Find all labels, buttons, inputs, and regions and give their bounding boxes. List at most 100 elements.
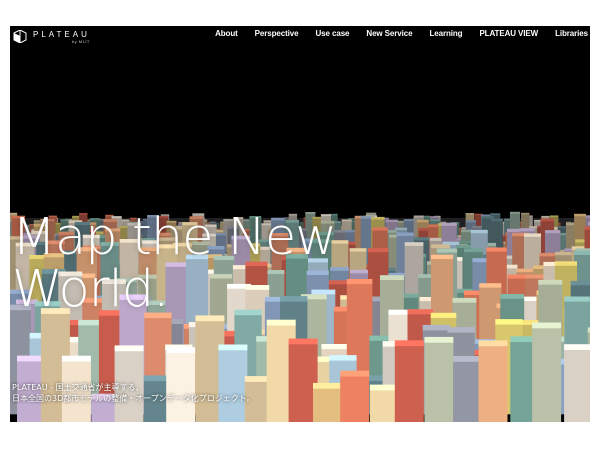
building-roof — [413, 215, 424, 218]
building-roof — [288, 338, 318, 345]
building-roof — [413, 237, 430, 241]
building-roof — [470, 229, 488, 234]
building-roof — [587, 327, 590, 333]
building-roof — [447, 327, 475, 333]
building-roof — [404, 242, 424, 246]
building-block — [369, 389, 399, 422]
brand-name: PLATEAU — [33, 30, 90, 39]
building-roof — [407, 309, 434, 315]
building-roof — [430, 216, 439, 218]
building-roof — [371, 216, 385, 220]
hero-title-line-2: World. — [12, 260, 169, 319]
building-roof — [380, 275, 404, 280]
nav-use-case[interactable]: Use case — [316, 29, 350, 38]
brand-subtitle: by MLIT — [71, 39, 90, 44]
building-roof — [574, 250, 590, 255]
building-roof — [452, 297, 477, 303]
building-roof — [588, 221, 590, 225]
building-roof — [431, 244, 450, 249]
building-roof — [416, 219, 429, 223]
building-roof — [372, 227, 388, 231]
building-roof — [545, 230, 561, 234]
building-block — [564, 349, 590, 422]
building-roof — [453, 356, 483, 362]
building-roof — [395, 227, 408, 231]
building-roof — [166, 347, 196, 353]
building-roof — [532, 322, 562, 329]
building-roof — [539, 252, 557, 257]
building-roof — [340, 370, 370, 377]
building-roof — [541, 215, 550, 218]
nav-new-service[interactable]: New Service — [366, 29, 412, 38]
building-roof — [538, 279, 563, 285]
building-block — [453, 361, 483, 422]
building-roof — [478, 340, 508, 347]
building-roof — [524, 233, 541, 237]
hero-tagline-line-2: 日本全国の3D都市モデルの整備・オープンデータ化プロジェクト。 — [12, 394, 255, 403]
building-roof — [574, 213, 586, 217]
building-roof — [564, 296, 590, 302]
building-block — [313, 388, 342, 422]
building-roof — [555, 251, 573, 256]
building-roof — [394, 340, 424, 347]
building-roof — [266, 319, 296, 326]
plateau-logo[interactable]: PLATEAU by MLIT — [13, 30, 90, 44]
building-roof — [584, 226, 590, 230]
building-roof — [424, 336, 454, 343]
plateau-logo-icon — [13, 30, 27, 43]
building-roof — [509, 211, 520, 214]
building-roof — [195, 315, 225, 322]
building-roof — [507, 274, 528, 279]
building-roof — [466, 220, 477, 223]
building-roof — [430, 219, 441, 222]
building-roof — [430, 312, 457, 318]
building-roof — [341, 219, 352, 222]
hero-section: PLATEAU by MLIT About Perspective Use ca… — [10, 26, 590, 422]
building-block — [340, 375, 370, 422]
building-roof — [313, 382, 342, 389]
building-block — [424, 342, 454, 422]
nav-learning[interactable]: Learning — [429, 29, 462, 38]
building-roof — [403, 219, 414, 222]
nav-perspective[interactable]: Perspective — [255, 29, 299, 38]
building-roof — [486, 247, 507, 252]
building-roof — [516, 268, 536, 273]
building-roof — [346, 279, 373, 285]
building-roof — [366, 212, 377, 215]
building-roof — [348, 218, 355, 220]
building-roof — [422, 324, 450, 331]
building-roof — [464, 248, 483, 253]
building-roof — [396, 232, 414, 236]
hero-title: Map the New World. — [12, 212, 337, 319]
building-roof — [218, 344, 248, 351]
nav-libraries[interactable]: Libraries — [555, 29, 588, 38]
building-roof — [465, 213, 474, 215]
building-roof — [459, 240, 473, 244]
building-roof — [114, 345, 144, 352]
building-roof — [431, 254, 454, 260]
nav-about[interactable]: About — [215, 29, 238, 38]
building-roof — [521, 212, 530, 215]
building-roof — [369, 384, 399, 391]
building-roof — [368, 248, 389, 253]
building-roof — [564, 344, 590, 350]
building-roof — [321, 344, 347, 350]
building-roof — [500, 294, 525, 299]
building-roof — [441, 222, 457, 226]
building-roof — [490, 213, 501, 216]
building-block — [394, 345, 424, 422]
building-roof — [554, 261, 577, 266]
building-block — [478, 345, 508, 422]
building-roof — [491, 218, 503, 222]
building-roof — [386, 219, 398, 223]
building-roof — [540, 218, 555, 222]
building-roof — [481, 216, 494, 219]
hero-tagline-line-1: PLATEAU - 国土交通省が主導する、 — [12, 383, 144, 392]
building-roof — [519, 228, 535, 232]
nav-plateau-view[interactable]: PLATEAU VIEW — [479, 29, 538, 38]
building-roof — [570, 280, 590, 286]
main-nav: About Perspective Use case New Service L… — [198, 29, 588, 38]
building-roof — [585, 215, 590, 218]
site-header: PLATEAU by MLIT About Perspective Use ca… — [10, 26, 590, 46]
building-roof — [350, 269, 369, 274]
